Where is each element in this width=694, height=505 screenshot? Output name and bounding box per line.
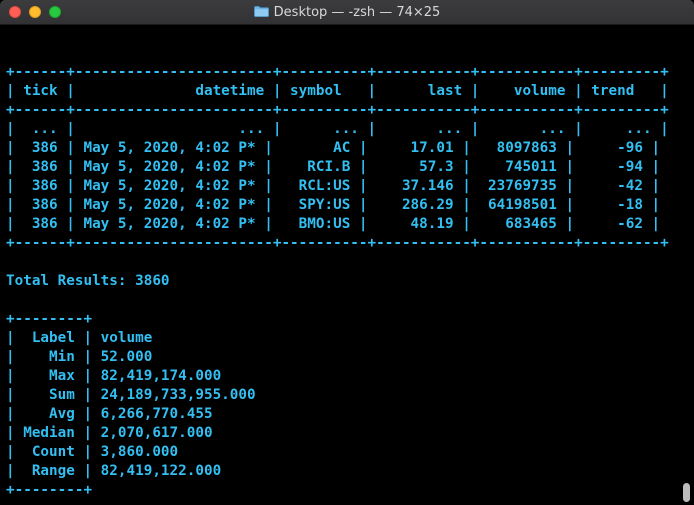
terminal-line: | tick | datetime | symbol | last | volu… [6,83,669,99]
terminal-line: | Min | 52.000 [6,349,153,365]
title-bar[interactable]: Desktop — -zsh — 74×25 [0,0,694,25]
terminal-line: +------+-----------------------+--------… [6,102,669,118]
terminal-line: | Sum | 24,189,733,955.000 [6,387,256,403]
window-title: Desktop — -zsh — 74×25 [0,0,694,25]
terminal-window: Desktop — -zsh — 74×25 +------+---------… [0,0,694,505]
scrollbar-thumb[interactable] [683,483,690,502]
terminal-line: +------+-----------------------+--------… [6,64,669,80]
terminal-line: +------+-----------------------+--------… [6,235,669,251]
terminal-line: | 386 | May 5, 2020, 4:02 P* | RCI.B | 5… [6,159,661,175]
terminal-line: | 386 | May 5, 2020, 4:02 P* | RCL:US | … [6,178,661,194]
window-title-text: Desktop — -zsh — 74×25 [273,5,441,20]
terminal-output[interactable]: +------+-----------------------+--------… [6,44,669,500]
terminal-line: | Avg | 6,266,770.455 [6,406,213,422]
terminal-line: | 386 | May 5, 2020, 4:02 P* | BMO:US | … [6,216,661,232]
terminal-line: | ... | ... | ... | ... | ... | ... | [6,121,669,137]
terminal-line: | Max | 82,419,174.000 [6,368,222,384]
terminal-line: | Count | 3,860.000 [6,444,179,460]
terminal-line: | Range | 82,419,122.000 [6,463,222,479]
terminal-line: | Label | volume [6,330,153,346]
terminal-line: +--------+ [6,311,93,327]
terminal-line: | 386 | May 5, 2020, 4:02 P* | SPY:US | … [6,197,661,213]
folder-icon [253,6,269,17]
terminal-line: +--------+ [6,482,93,498]
terminal-line: | Median | 2,070,617.000 [6,425,213,441]
terminal-line: Total Results: 3860 [6,273,170,289]
terminal-line: | 386 | May 5, 2020, 4:02 P* | AC | 17.0… [6,140,661,156]
